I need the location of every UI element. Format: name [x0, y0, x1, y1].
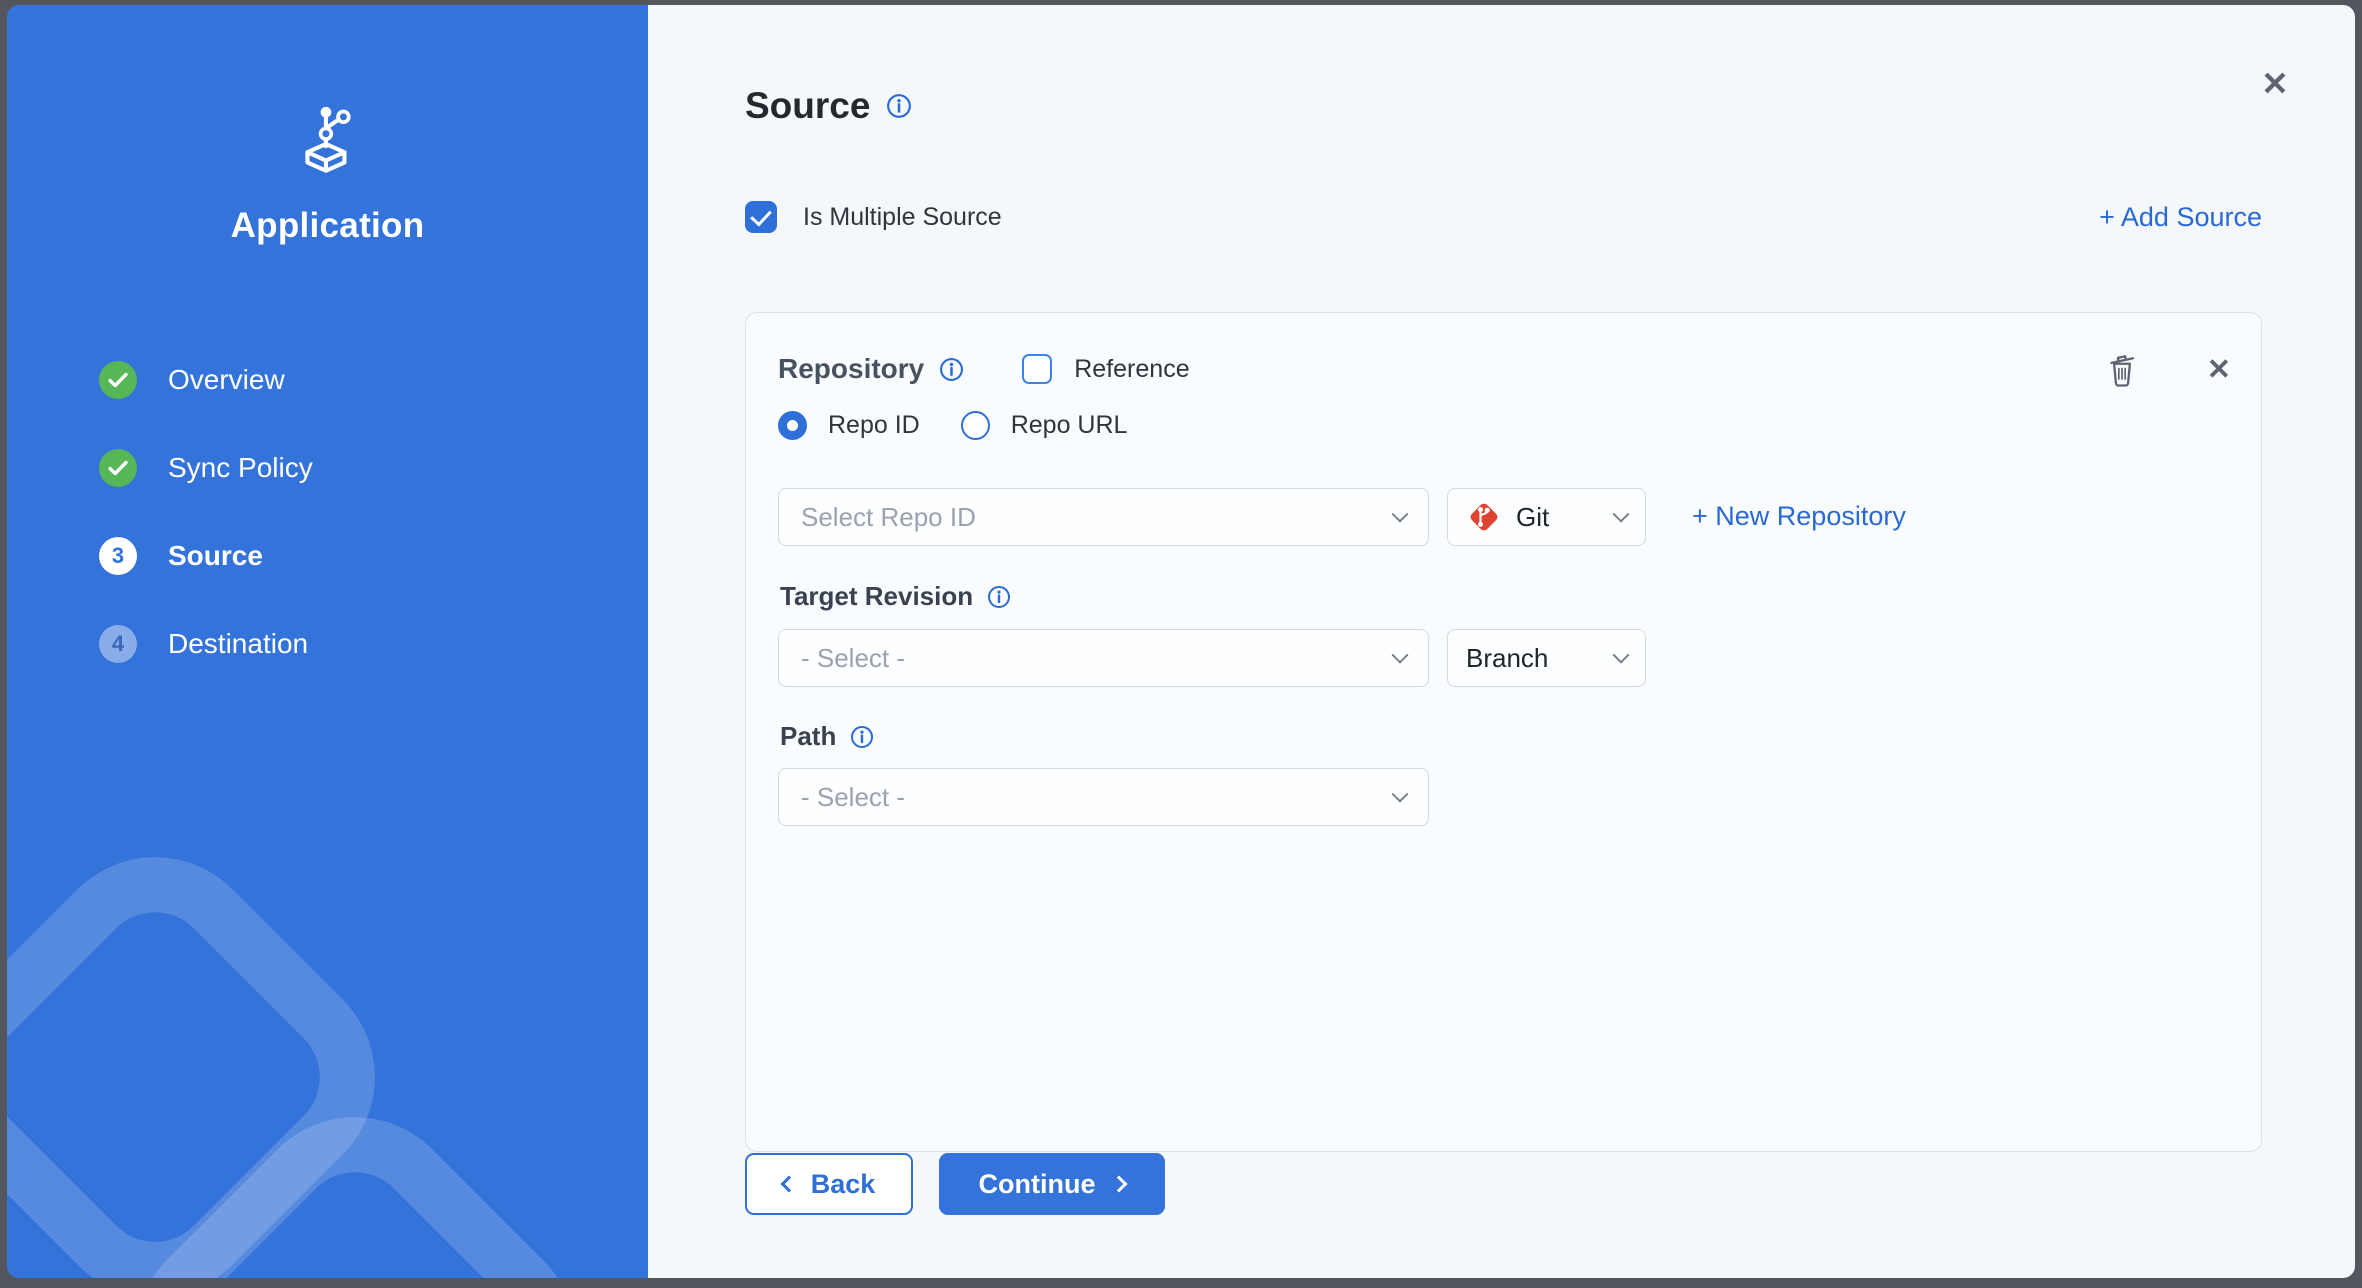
step-number: 3: [99, 537, 137, 575]
step-destination[interactable]: 4 Destination: [99, 625, 313, 663]
step-label: Overview: [168, 364, 285, 396]
git-icon: [1466, 499, 1502, 535]
provider-value: Git: [1516, 502, 1549, 533]
back-label: Back: [811, 1169, 876, 1200]
step-overview[interactable]: Overview: [99, 361, 313, 399]
step-label: Destination: [168, 628, 308, 660]
chevron-down-icon: [1613, 506, 1630, 523]
chevron-right-icon: [1111, 1176, 1128, 1193]
target-revision-label: Target Revision: [780, 581, 973, 612]
brand-watermark: [7, 857, 648, 1278]
remove-source-icon[interactable]: ✕: [2207, 352, 2231, 387]
target-revision-select[interactable]: - Select -: [778, 629, 1429, 687]
add-source-button[interactable]: + Add Source: [2099, 202, 2262, 233]
chevron-down-icon: [1613, 647, 1630, 664]
info-icon[interactable]: [987, 585, 1011, 609]
delete-source-button[interactable]: [2103, 349, 2141, 389]
step-source[interactable]: 3 Source: [99, 537, 313, 575]
repo-url-radio[interactable]: [961, 411, 990, 440]
is-multiple-source-label: Is Multiple Source: [803, 203, 1002, 232]
provider-select[interactable]: Git: [1447, 488, 1646, 546]
chevron-down-icon: [1392, 786, 1409, 803]
new-repository-button[interactable]: + New Repository: [1692, 501, 1906, 532]
trash-icon: [2103, 349, 2141, 389]
path-label: Path: [780, 721, 836, 752]
chevron-left-icon: [780, 1176, 797, 1193]
close-icon[interactable]: ✕: [2253, 61, 2297, 105]
wizard-sidebar: Application Overview Sync Policy 3 Sourc…: [7, 5, 648, 1278]
page-title: Source: [745, 85, 870, 127]
step-done-icon: [99, 361, 137, 399]
info-icon[interactable]: [886, 93, 912, 119]
target-revision-placeholder: - Select -: [801, 643, 905, 674]
repo-id-select[interactable]: Select Repo ID: [778, 488, 1429, 546]
is-multiple-source-checkbox[interactable]: [745, 201, 777, 233]
application-wizard-modal: Application Overview Sync Policy 3 Sourc…: [7, 5, 2355, 1278]
revision-type-select[interactable]: Branch: [1447, 629, 1646, 687]
repo-id-radio[interactable]: [778, 411, 807, 440]
repo-id-placeholder: Select Repo ID: [801, 502, 976, 533]
path-select[interactable]: - Select -: [778, 768, 1429, 826]
repo-id-label: Repo ID: [828, 411, 920, 440]
continue-label: Continue: [979, 1169, 1096, 1200]
step-label: Sync Policy: [168, 452, 313, 484]
path-placeholder: - Select -: [801, 782, 905, 813]
step-sync-policy[interactable]: Sync Policy: [99, 449, 313, 487]
info-icon[interactable]: [850, 725, 874, 749]
chevron-down-icon: [1392, 647, 1409, 664]
step-label: Source: [168, 540, 263, 572]
sidebar-brand: Application: [7, 105, 648, 246]
back-button[interactable]: Back: [745, 1153, 913, 1215]
revision-type-value: Branch: [1466, 643, 1548, 674]
reference-label: Reference: [1074, 355, 1189, 384]
continue-button[interactable]: Continue: [939, 1153, 1165, 1215]
repository-card: Repository Reference: [745, 312, 2262, 1152]
repo-url-label: Repo URL: [1011, 411, 1128, 440]
wizard-title: Application: [7, 206, 648, 246]
step-number: 4: [99, 625, 137, 663]
reference-checkbox[interactable]: [1022, 354, 1052, 384]
chevron-down-icon: [1392, 506, 1409, 523]
wizard-steps: Overview Sync Policy 3 Source 4 Destinat…: [99, 361, 313, 663]
source-pane: Source ✕ Is Multiple Source + Add Source…: [648, 5, 2355, 1278]
repository-title: Repository: [778, 353, 924, 385]
application-icon: [295, 105, 361, 179]
step-done-icon: [99, 449, 137, 487]
info-icon[interactable]: [939, 357, 964, 382]
